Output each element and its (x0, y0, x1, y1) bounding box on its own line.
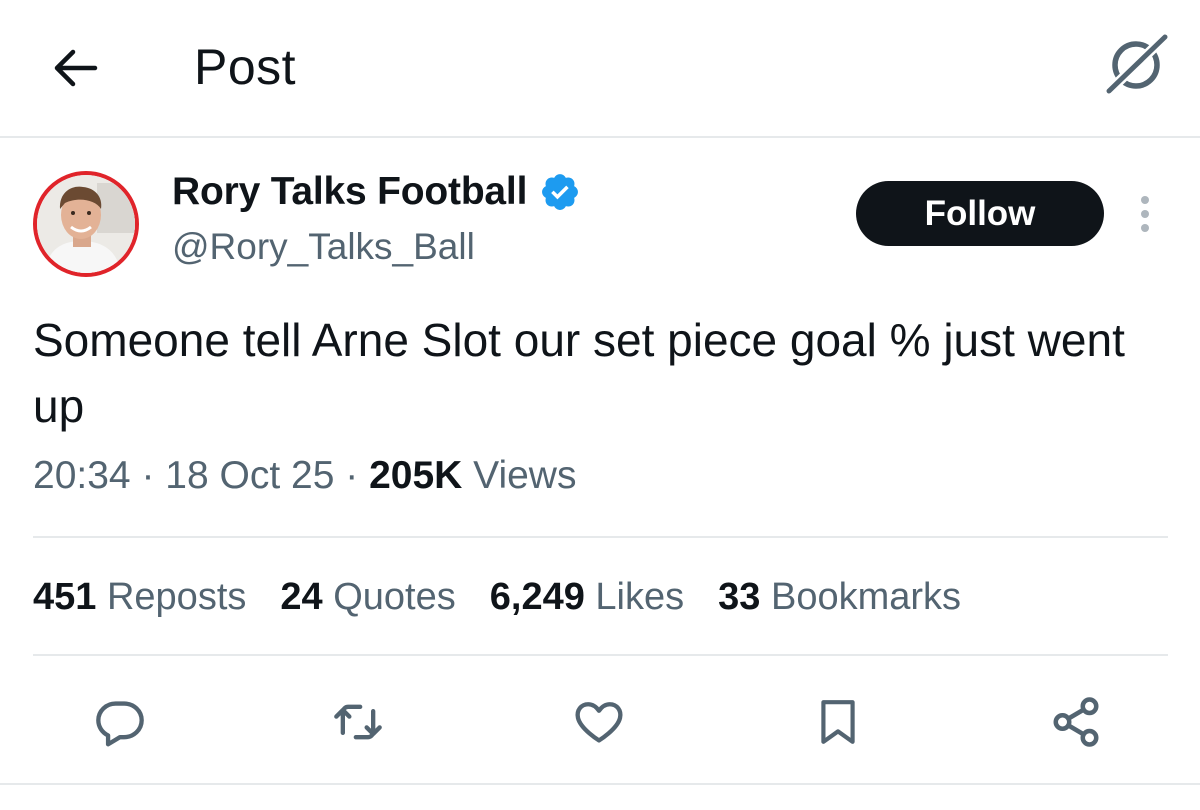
bookmark-icon (821, 700, 855, 744)
follow-button[interactable]: Follow (856, 181, 1104, 246)
arrow-left-icon (54, 49, 98, 87)
stat-reposts[interactable]: 451 Reposts (33, 576, 246, 619)
repost-button[interactable] (326, 690, 390, 754)
action-bar (0, 690, 1200, 760)
page-title: Post (194, 39, 297, 95)
stat-bookmarks[interactable]: 33 Bookmarks (718, 576, 961, 619)
top-bar: Post (0, 0, 1200, 138)
reply-button[interactable] (88, 690, 152, 754)
bookmark-button[interactable] (806, 690, 870, 754)
engagement-stats: 451 Reposts 24 Quotes 6,249 Likes 33 Boo… (33, 576, 995, 619)
post-text: Someone tell Arne Slot our set piece goa… (33, 314, 1125, 432)
reply-icon (96, 701, 144, 747)
like-button[interactable] (567, 690, 631, 754)
stat-likes[interactable]: 6,249 Likes (490, 576, 684, 619)
post-meta: 20:34 · 18 Oct 25 · 205K Views (33, 454, 577, 497)
author-name-row: Rory Talks Football (172, 170, 581, 214)
divider (33, 536, 1168, 538)
divider (33, 654, 1168, 656)
stat-quotes[interactable]: 24 Quotes (280, 576, 455, 619)
post-date[interactable]: 18 Oct 25 (165, 454, 334, 497)
repost-icon (334, 704, 382, 740)
views-label: Views (473, 454, 577, 497)
more-options-button[interactable] (1130, 192, 1160, 236)
share-button[interactable] (1044, 690, 1108, 754)
share-icon (1053, 697, 1099, 747)
views-count: 205K (369, 454, 463, 497)
more-dots-icon (1141, 196, 1149, 204)
grok-button[interactable] (1098, 30, 1174, 100)
author-handle[interactable]: @Rory_Talks_Ball (172, 226, 475, 268)
grok-icon (1103, 33, 1169, 97)
heart-icon (575, 702, 623, 743)
avatar[interactable] (33, 171, 139, 277)
author-display-name[interactable]: Rory Talks Football (172, 170, 527, 214)
back-button[interactable] (40, 40, 110, 96)
avatar-photo (37, 175, 135, 273)
post-time[interactable]: 20:34 (33, 454, 131, 497)
verified-badge-icon (542, 174, 579, 210)
bottom-border (0, 783, 1200, 785)
